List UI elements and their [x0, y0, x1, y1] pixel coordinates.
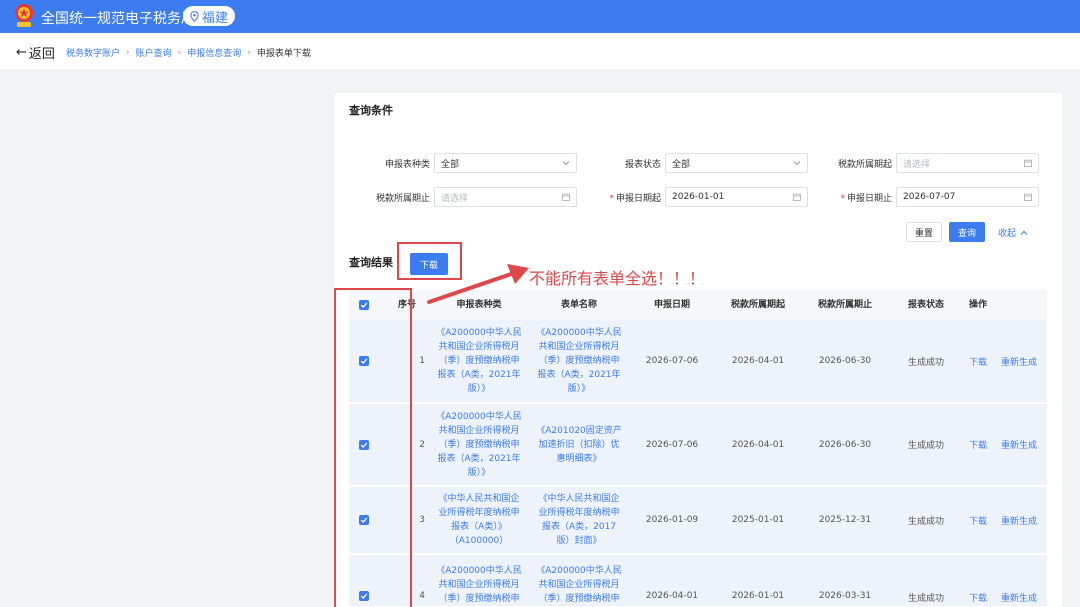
form-type-label: 申报表种类: [384, 160, 430, 170]
row-download-link[interactable]: 下载: [963, 487, 993, 553]
form-type-link[interactable]: 《A200000中华人民共和国企业所得税月（季）度预缴纳税申报表（A类，2021…: [436, 404, 522, 485]
table-row: 3 《中华人民共和国企业所得税年度纳税申报表（A类）》（A100000） 《中华…: [349, 487, 1047, 554]
form-type-link[interactable]: 《A200000中华人民共和国企业所得税月（季）度预缴纳税申报表（A类，2021…: [436, 320, 522, 402]
status-select[interactable]: 全部: [665, 153, 808, 173]
row-download-link[interactable]: 下载: [963, 555, 993, 606]
collapse-label: 收起: [998, 229, 1017, 239]
chevron-up-icon: [1020, 230, 1028, 235]
form-name-link[interactable]: 《A200000中华人民共和国企业所得税月（季）度预缴纳税申报表（A类，2021…: [536, 555, 622, 606]
annotation-text: 不能所有表单全选！！！: [529, 269, 706, 288]
period-end: 2026-03-31: [818, 591, 872, 601]
declare-date: 2026-07-06: [645, 356, 699, 366]
form-name-link[interactable]: 《A201020固定资产加速折旧（扣除）优惠明细表》: [536, 404, 622, 485]
calendar-icon: [1024, 159, 1032, 167]
period-start: 2026-04-01: [731, 439, 785, 450]
period-start: 2026-04-01: [731, 356, 785, 366]
status-label: 报表状态: [624, 160, 661, 170]
form-name-link[interactable]: 《A200000中华人民共和国企业所得税月（季）度预缴纳税申报表（A类，2021…: [536, 320, 622, 402]
date-start-value: 2026-01-01: [672, 192, 725, 202]
tax-emblem-icon: [15, 4, 33, 27]
row-regenerate-link[interactable]: 重新生成: [997, 404, 1041, 485]
form-name-link[interactable]: 《中华人民共和国企业所得税年度纳税申报表（A类，2017版）封面》: [536, 487, 622, 553]
date-end-label-text: 申报日期止: [846, 194, 892, 204]
row-regenerate-link[interactable]: 重新生成: [997, 555, 1041, 606]
period-end-picker[interactable]: 请选择: [434, 187, 577, 207]
region-selector[interactable]: 福建: [183, 6, 235, 26]
column-header: 报表状态: [907, 300, 944, 310]
period-end-label: 税款所属期止: [375, 194, 430, 204]
row-regenerate-link[interactable]: 重新生成: [997, 487, 1041, 553]
report-status: 生成成功: [907, 357, 944, 368]
back-button[interactable]: ← 返回: [16, 43, 55, 62]
date-start-label-text: 申报日期起: [615, 194, 661, 204]
chevron-right-icon: ›: [126, 47, 130, 58]
form-type-select[interactable]: 全部: [434, 153, 577, 173]
chevron-down-icon: [562, 161, 570, 166]
row-download-link[interactable]: 下载: [963, 320, 993, 402]
form-type-link[interactable]: 《A200000中华人民共和国企业所得税月（季）度预缴纳税申报表（A类，2021…: [436, 555, 522, 606]
annotation-arrow-icon: [427, 264, 529, 304]
breadcrumb-item[interactable]: 申报信息查询: [187, 46, 241, 59]
breadcrumb-item[interactable]: 账户查询: [136, 46, 172, 59]
back-arrow-icon: ←: [16, 45, 27, 60]
period-start-placeholder: 请选择: [903, 159, 931, 170]
region-label: 福建: [201, 10, 228, 26]
declare-date: 2026-04-01: [645, 591, 699, 601]
column-header: 操作: [968, 300, 987, 310]
row-download-link[interactable]: 下载: [963, 404, 993, 485]
column-header: 税款所属期起: [730, 300, 785, 310]
table-row: 4 《A200000中华人民共和国企业所得税月（季）度预缴纳税申报表（A类，20…: [349, 555, 1047, 607]
period-end: 2025-12-31: [818, 515, 872, 525]
required-mark: *: [840, 194, 845, 204]
period-start: 2026-01-01: [731, 591, 785, 601]
period-start: 2025-01-01: [731, 515, 785, 525]
column-header: 表单名称: [560, 300, 597, 310]
calendar-icon: [562, 193, 570, 201]
breadcrumb-current: 申报表单下载: [256, 49, 311, 59]
date-end-label: * 申报日期止: [826, 191, 892, 204]
back-label: 返回: [28, 47, 55, 62]
breadcrumb-item[interactable]: 税务数字账户: [66, 46, 120, 59]
chevron-down-icon: [793, 161, 801, 166]
date-start-label: * 申报日期起: [596, 191, 661, 204]
report-status: 生成成功: [907, 516, 944, 527]
period-start-picker[interactable]: 请选择: [896, 153, 1039, 173]
chevron-right-icon: ›: [247, 47, 251, 58]
search-button[interactable]: 查询: [949, 222, 985, 242]
period-end: 2026-06-30: [818, 439, 872, 450]
report-status: 生成成功: [907, 441, 944, 451]
results-section-title: 查询结果: [349, 256, 393, 269]
chevron-right-icon: ›: [177, 47, 182, 58]
date-start-picker[interactable]: 2026-01-01: [665, 187, 808, 207]
date-end-value: 2026-07-07: [903, 192, 956, 202]
top-bar: 全国统一规范电子税务局 福建: [0, 0, 1080, 33]
form-type-value: 全部: [441, 159, 460, 170]
declare-date: 2026-07-06: [645, 439, 699, 450]
column-header: 申报日期: [653, 300, 690, 310]
calendar-icon: [793, 193, 801, 201]
declare-date: 2026-01-09: [645, 515, 699, 525]
report-status: 生成成功: [907, 594, 944, 604]
row-regenerate-link[interactable]: 重新生成: [997, 320, 1041, 402]
collapse-toggle[interactable]: 收起: [998, 226, 1028, 239]
table-row: 2 《A200000中华人民共和国企业所得税月（季）度预缴纳税申报表（A类，20…: [349, 404, 1047, 486]
period-end: 2026-06-30: [818, 356, 872, 366]
period-end-placeholder: 请选择: [441, 193, 469, 204]
annotation-box-checkboxes: [334, 288, 412, 607]
reset-button[interactable]: 重置: [906, 222, 942, 242]
required-mark: *: [609, 194, 614, 204]
navigation-bar: ← 返回 税务数字账户 › 账户查询 › 申报信息查询 › 申报表单下载: [0, 33, 1080, 69]
calendar-icon: [1024, 193, 1032, 201]
form-type-link[interactable]: 《中华人民共和国企业所得税年度纳税申报表（A类）》（A100000）: [436, 487, 522, 553]
breadcrumb: 税务数字账户 › 账户查询 › 申报信息查询 › 申报表单下载: [66, 46, 311, 60]
column-header: 税款所属期止: [817, 300, 872, 310]
location-pin-icon: [190, 10, 199, 22]
site-title: 全国统一规范电子税务局: [41, 11, 195, 27]
query-section-title: 查询条件: [349, 104, 393, 117]
period-start-label: 税款所属期起: [837, 160, 892, 170]
date-end-picker[interactable]: 2026-07-07: [896, 187, 1039, 207]
table-row: 1 《A200000中华人民共和国企业所得税月（季）度预缴纳税申报表（A类，20…: [349, 320, 1047, 403]
status-value: 全部: [672, 159, 691, 170]
